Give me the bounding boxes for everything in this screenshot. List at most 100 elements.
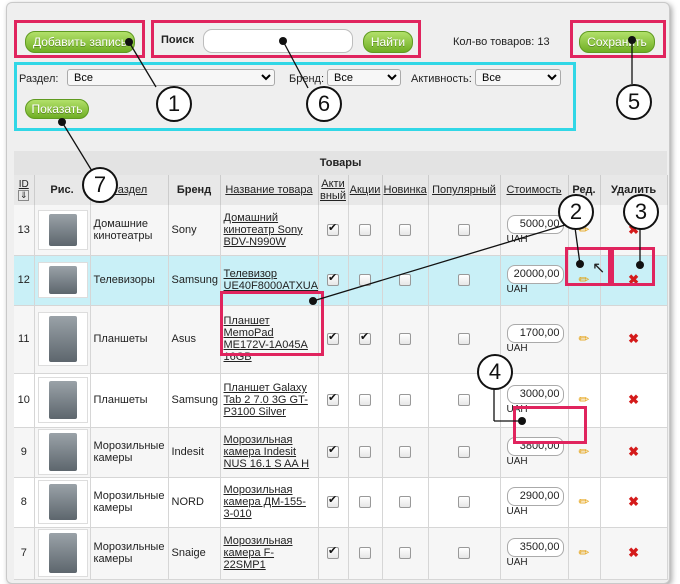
col-popular-link[interactable]: Популярный	[432, 184, 496, 196]
popular-checkbox[interactable]	[458, 496, 470, 509]
product-image-shape	[48, 316, 77, 362]
col-name[interactable]: Название товара	[220, 175, 319, 205]
popular-checkbox[interactable]	[458, 446, 470, 459]
row-name[interactable]: Морозильная камера Indesit NUS 16.1 S AA…	[220, 427, 319, 478]
col-new-link[interactable]: Новинка	[384, 184, 427, 196]
product-name-link[interactable]: Телевизор UE40F8000ATXUA	[224, 268, 319, 292]
row-edit: ✏	[568, 305, 601, 374]
price-input[interactable]: 20000,00	[506, 265, 564, 284]
new-checkbox[interactable]	[399, 333, 411, 346]
price-input[interactable]: 2900,00	[506, 487, 564, 506]
pencil-icon[interactable]: ✏	[579, 331, 590, 346]
active-checkbox[interactable]	[327, 271, 339, 287]
product-name-link[interactable]: Морозильная камера Indesit NUS 16.1 S AA…	[224, 434, 310, 470]
product-name-link[interactable]: Домашний кинотеатр Sony BDV-N990W	[224, 212, 303, 248]
price-highlight	[513, 406, 587, 444]
col-brand: Бренд	[168, 175, 221, 205]
pencil-icon[interactable]: ✏	[579, 444, 590, 459]
row-new	[382, 255, 429, 306]
col-price-link[interactable]: Стоимость	[506, 184, 561, 196]
price-input[interactable]: 1700,00	[506, 324, 564, 343]
col-popular[interactable]: Популярный	[428, 175, 501, 205]
row-name[interactable]: Планшет Galaxy Tab 2 7.0 3G GT-P3100 Sil…	[220, 373, 319, 428]
new-checkbox[interactable]	[399, 274, 411, 287]
delete-icon[interactable]: ✖	[628, 331, 639, 346]
pencil-icon[interactable]: ✏	[579, 392, 590, 407]
new-checkbox[interactable]	[399, 496, 411, 509]
popular-checkbox[interactable]	[458, 333, 470, 346]
active-checkbox[interactable]	[327, 221, 339, 236]
delete-icon[interactable]: ✖	[628, 494, 639, 509]
delete-icon[interactable]: ✖	[628, 545, 639, 560]
row-new	[382, 427, 429, 478]
active-checkbox[interactable]	[327, 391, 339, 407]
row-id: 9	[14, 427, 35, 478]
row-price: 3500,00 UAH	[500, 527, 569, 580]
col-id-link[interactable]: ID	[19, 179, 29, 190]
popular-checkbox[interactable]	[458, 274, 470, 287]
delete-icon[interactable]: ✖	[628, 392, 639, 407]
col-sale[interactable]: Акции	[348, 175, 383, 205]
product-name-link[interactable]: Морозильная камера F-22SMP1	[224, 535, 293, 571]
callout-dot-7	[58, 118, 66, 126]
row-thumbnail	[34, 477, 91, 528]
new-checkbox[interactable]	[399, 547, 411, 560]
row-thumbnail	[34, 305, 91, 374]
sale-checkbox[interactable]	[359, 274, 371, 287]
save-highlight	[570, 20, 666, 58]
new-checkbox[interactable]	[399, 394, 411, 407]
row-sale	[348, 255, 383, 306]
currency-label: UAH	[506, 557, 528, 568]
row-name[interactable]: Домашний кинотеатр Sony BDV-N990W	[220, 205, 319, 256]
sale-checkbox[interactable]	[359, 394, 371, 407]
row-delete: ✖	[600, 477, 668, 528]
col-active-link[interactable]: Активный	[320, 178, 346, 202]
popular-checkbox[interactable]	[458, 394, 470, 407]
row-active	[318, 477, 349, 528]
row-id: 10	[14, 373, 35, 428]
col-active[interactable]: Активный	[318, 175, 349, 205]
col-price[interactable]: Стоимость	[500, 175, 569, 205]
new-checkbox[interactable]	[399, 223, 411, 236]
price-input[interactable]: 3000,00	[506, 385, 564, 404]
row-section: Домашние кинотеатры	[90, 205, 169, 256]
product-image-shape	[48, 266, 77, 294]
popular-checkbox[interactable]	[458, 223, 470, 236]
col-sale-link[interactable]: Акции	[350, 184, 381, 196]
pencil-icon[interactable]: ✏	[579, 545, 590, 560]
active-checkbox[interactable]	[327, 443, 339, 459]
row-name[interactable]: Морозильная камера F-22SMP1	[220, 527, 319, 580]
active-checkbox[interactable]	[327, 544, 339, 560]
active-checkbox[interactable]	[327, 493, 339, 509]
sale-checkbox[interactable]	[359, 446, 371, 459]
row-thumbnail	[34, 527, 91, 580]
col-new[interactable]: Новинка	[382, 175, 429, 205]
product-name-link[interactable]: Морозильная камера ДМ-155-3-010	[224, 484, 306, 520]
callout-dot-2b	[309, 297, 317, 305]
price-input[interactable]: 5000,00	[506, 214, 564, 234]
active-checkbox[interactable]	[327, 330, 339, 346]
row-id: 12	[14, 255, 35, 306]
row-thumbnail	[34, 373, 91, 428]
currency-label: UAH	[506, 233, 528, 245]
col-name-link[interactable]: Название товара	[225, 184, 312, 196]
sale-checkbox[interactable]	[359, 547, 371, 560]
sale-checkbox[interactable]	[359, 330, 371, 346]
row-name[interactable]: Морозильная камера ДМ-155-3-010	[220, 477, 319, 528]
sort-down-icon[interactable]: ⇓	[18, 190, 30, 201]
callout-5: 5	[616, 84, 652, 120]
sale-checkbox[interactable]	[359, 496, 371, 509]
delete-icon[interactable]: ✖	[628, 444, 639, 459]
popular-checkbox[interactable]	[458, 547, 470, 560]
product-image	[37, 429, 88, 475]
col-id[interactable]: ID ⇓	[14, 175, 35, 205]
row-new	[382, 205, 429, 256]
product-name-link[interactable]: Планшет Galaxy Tab 2 7.0 3G GT-P3100 Sil…	[224, 382, 308, 418]
cursor-icon: ↖	[592, 260, 606, 277]
price-input[interactable]: 3500,00	[506, 538, 564, 557]
pencil-icon[interactable]: ✏	[579, 494, 590, 509]
row-thumbnail	[34, 255, 91, 306]
sale-checkbox[interactable]	[359, 223, 371, 236]
new-checkbox[interactable]	[399, 446, 411, 459]
row-new	[382, 477, 429, 528]
